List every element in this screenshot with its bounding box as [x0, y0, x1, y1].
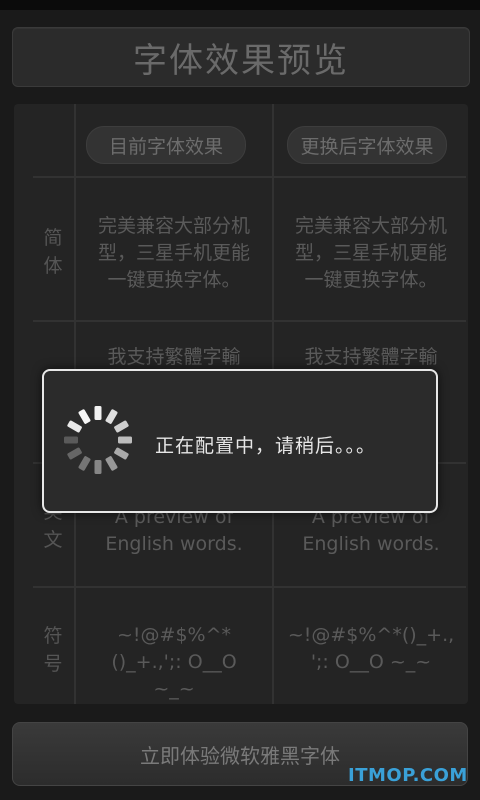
preview-cell-current: 完美兼容大部分机型，三星手机更能一键更换字体。 [97, 215, 250, 291]
current-font-header: 目前字体效果 [86, 126, 246, 164]
preview-cell-current: ~!@#$%^*()_+.,';: O__O ~_~ [111, 624, 237, 700]
preview-cell-after: 完美兼容大部分机型，三星手机更能一键更换字体。 [294, 215, 447, 291]
status-bar [0, 0, 480, 10]
preview-cell-after: ~!@#$%^*()_+., ';: O__O ~_~ [287, 624, 455, 673]
grid-divider [33, 176, 466, 178]
preview-cell-current: 我支持繁體字輸 [107, 346, 241, 368]
row-label-symbols: 符 号 [43, 625, 63, 675]
watermark: ITMOP.COM [348, 765, 468, 786]
grid-divider [33, 586, 466, 588]
after-font-header: 更换后字体效果 [287, 126, 447, 164]
page-title: 字体效果预览 [12, 27, 470, 87]
loading-message: 正在配置中，请稍后。。。 [155, 435, 377, 457]
loading-spinner-icon [64, 406, 132, 474]
grid-divider [33, 320, 466, 322]
row-label-simplified: 简 体 [43, 227, 63, 277]
serrated-edge [9, 104, 23, 704]
preview-cell-after: 我支持繁體字輸 [304, 346, 438, 368]
